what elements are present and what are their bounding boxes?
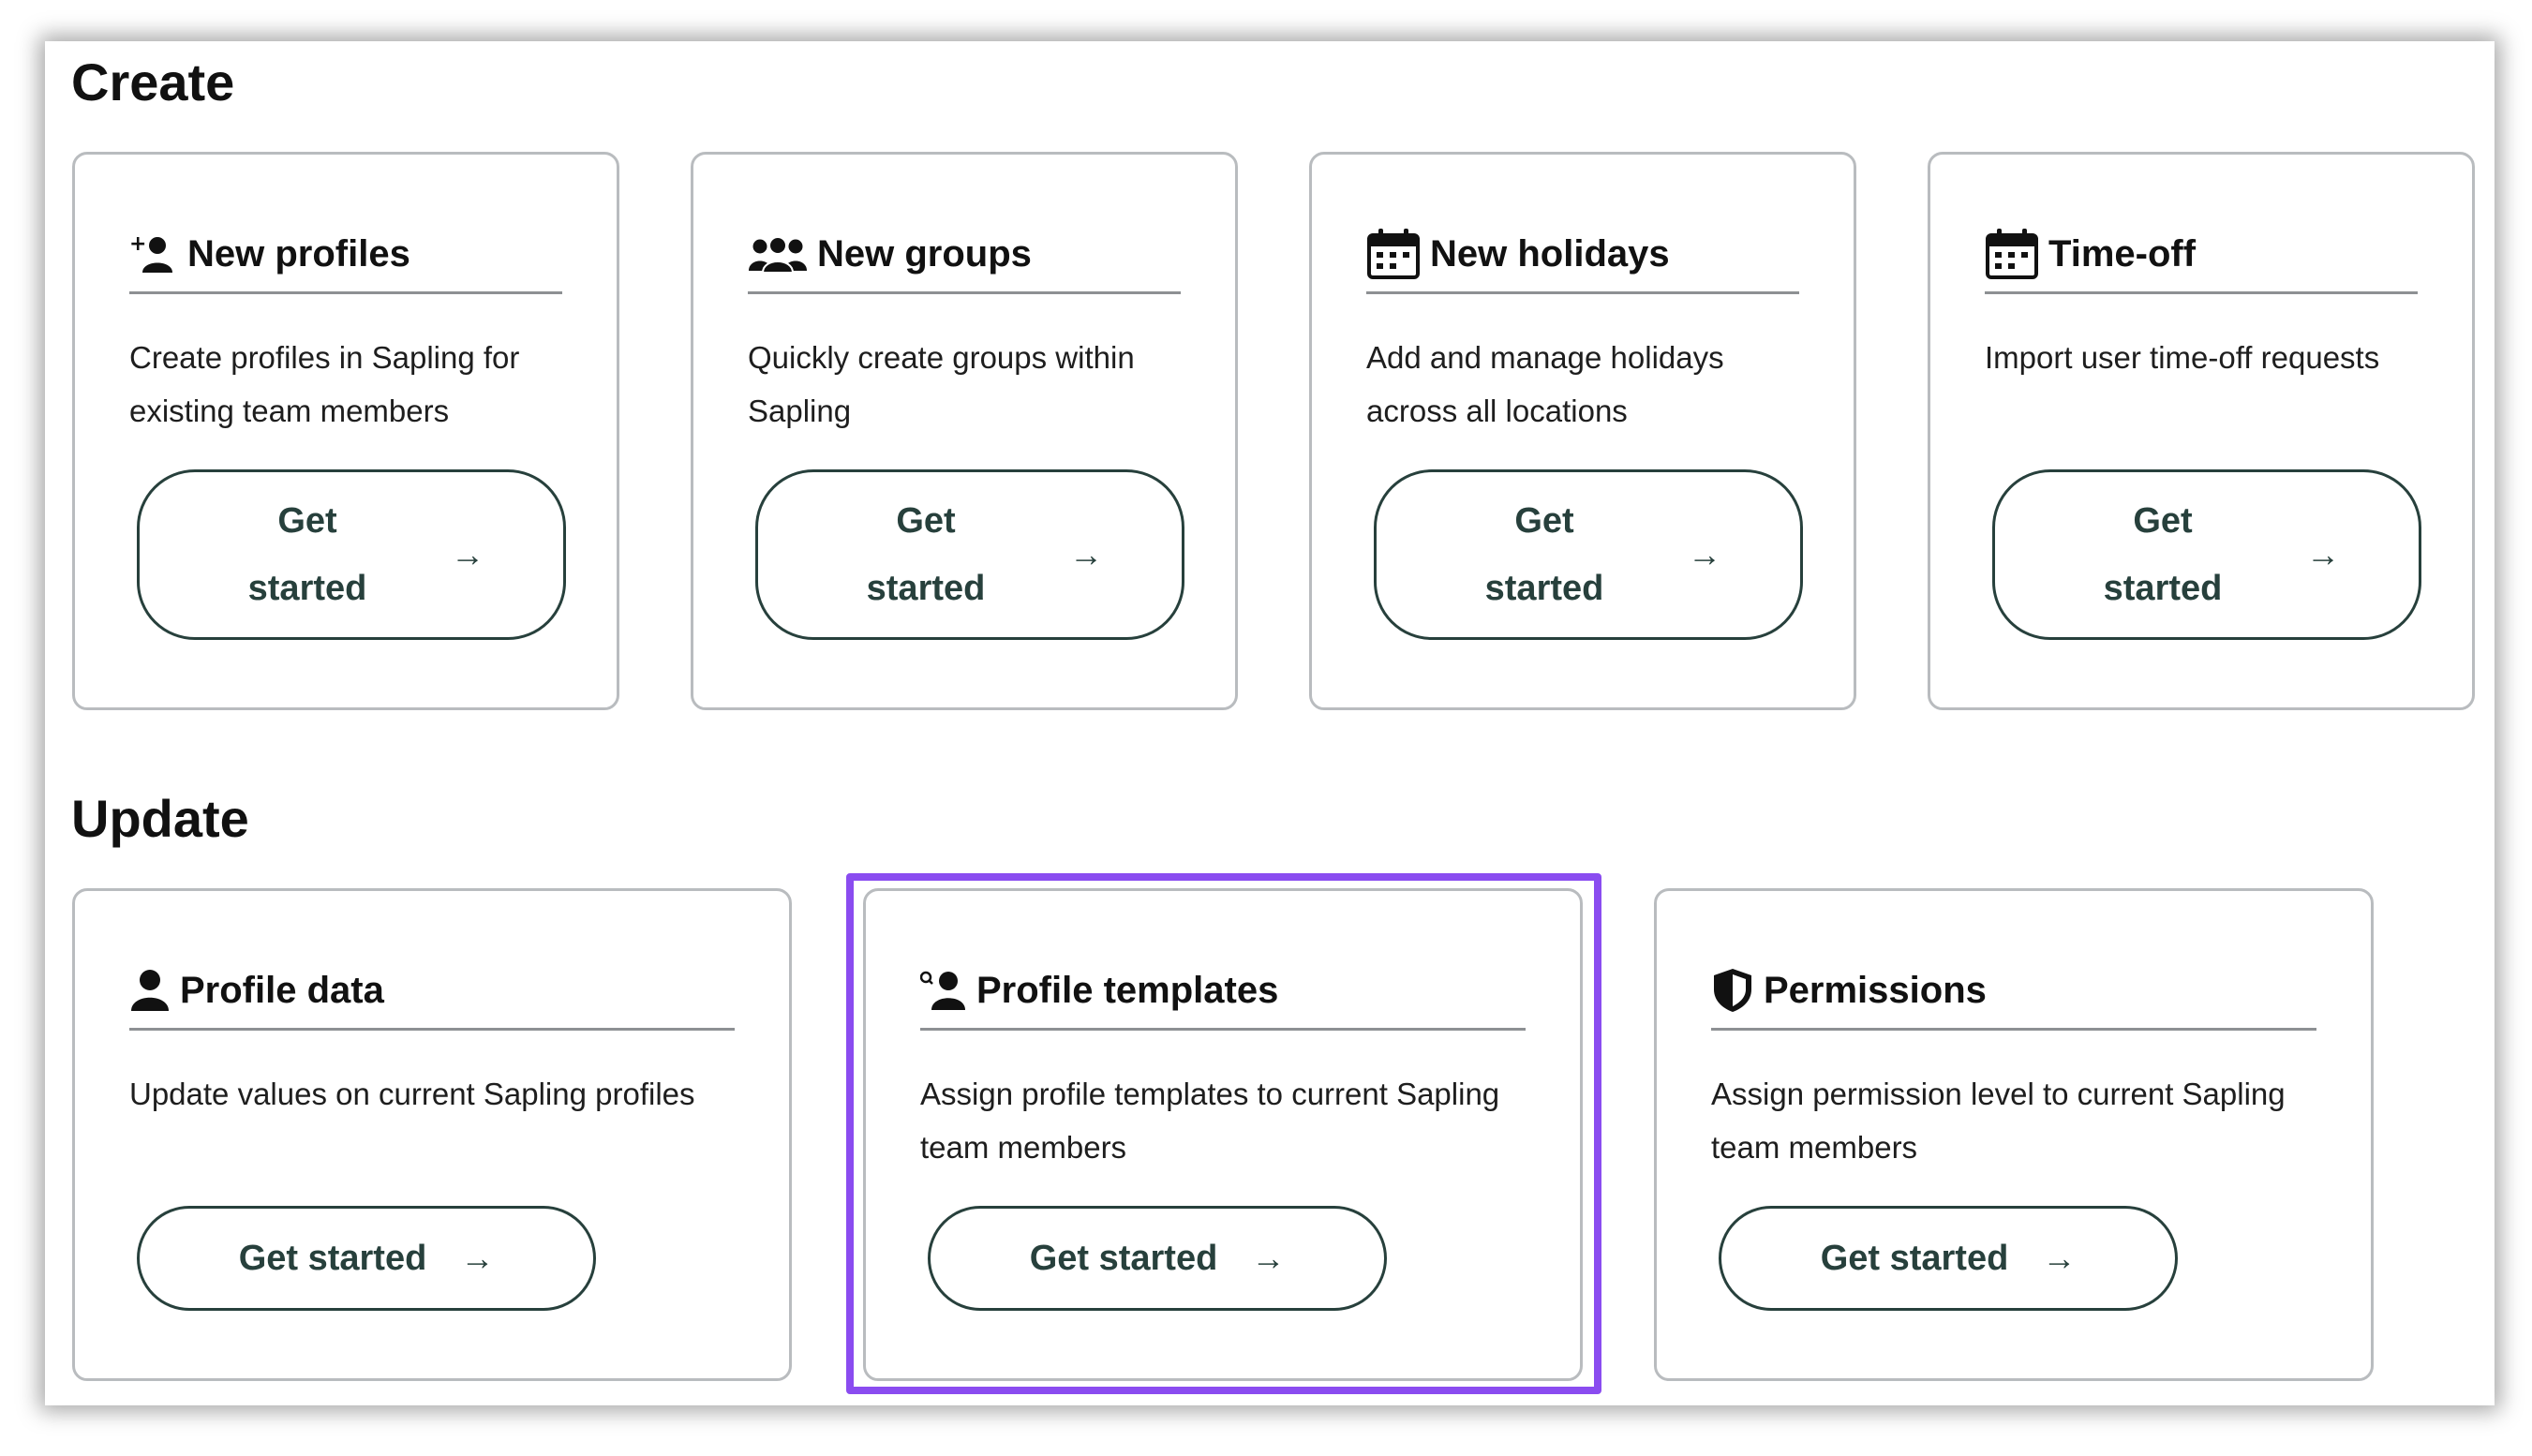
card-description: Import user time-off requests: [1985, 340, 2380, 375]
get-started-button[interactable]: Get started →: [928, 1206, 1387, 1311]
arrow-right-icon: →: [1251, 1239, 1286, 1277]
card-description: Assign permission level to current Sapli…: [1711, 1077, 2286, 1165]
card-description: Quickly create groups within Sapling: [748, 340, 1135, 428]
card-title: New holidays: [1430, 232, 1670, 275]
card-time-off: Time-off Import user time-off requests G…: [1928, 152, 2475, 710]
button-label: Get started: [2103, 501, 2223, 608]
card-header: New holidays: [1366, 216, 1799, 294]
card-title: Profile templates: [976, 969, 1279, 1011]
card-header: Profile templates: [920, 953, 1526, 1031]
card-title: New groups: [817, 232, 1032, 275]
card-profile-templates: Profile templates Assign profile templat…: [863, 888, 1583, 1381]
add-user-icon: +: [129, 233, 172, 273]
card-title: Time-off: [2048, 232, 2197, 275]
user-template-icon: [920, 971, 965, 1010]
section-title-update: Update: [71, 789, 249, 848]
svg-text:+: +: [129, 233, 146, 256]
card-header: New groups: [748, 216, 1181, 294]
get-started-button[interactable]: Get started →: [1374, 469, 1803, 640]
shield-icon: [1714, 969, 1751, 1012]
card-new-holidays: New holidays Add and manage holidays acr…: [1309, 152, 1856, 710]
card-header: + New profiles: [129, 216, 562, 294]
get-started-button[interactable]: Get started →: [137, 1206, 596, 1311]
card-title: Profile data: [180, 969, 384, 1011]
button-label: Get started: [1820, 1238, 2009, 1278]
card-description: Assign profile templates to current Sapl…: [920, 1077, 1500, 1165]
arrow-right-icon: →: [460, 1239, 495, 1277]
card-header: Permissions: [1711, 953, 2316, 1031]
button-label: Get started: [247, 501, 367, 608]
card-header: Profile data: [129, 953, 735, 1031]
arrow-right-icon: →: [1688, 535, 1721, 573]
card-title: Permissions: [1764, 969, 1987, 1011]
section-title-create: Create: [71, 52, 235, 111]
card-description: Add and manage holidays across all locat…: [1366, 340, 1724, 428]
button-label: Get started: [238, 1238, 427, 1278]
arrow-right-icon: →: [1069, 535, 1103, 573]
calendar-icon: [1986, 229, 2038, 279]
button-label: Get started: [866, 501, 986, 608]
card-title: New profiles: [187, 232, 410, 275]
button-label: Get started: [1029, 1238, 1218, 1278]
get-started-button[interactable]: Get started →: [137, 469, 566, 640]
card-new-groups: New groups Quickly create groups within …: [691, 152, 1238, 710]
group-icon: [749, 236, 807, 274]
card-header: Time-off: [1985, 216, 2418, 294]
arrow-right-icon: →: [2042, 1239, 2077, 1277]
card-description: Create profiles in Sapling for existing …: [129, 340, 520, 428]
get-started-button[interactable]: Get started →: [1719, 1206, 2178, 1311]
card-new-profiles: + New profiles Create profiles in Saplin…: [72, 152, 619, 710]
arrow-right-icon: →: [2306, 535, 2340, 573]
arrow-right-icon: →: [451, 535, 484, 573]
card-description: Update values on current Sapling profile…: [129, 1077, 695, 1111]
calendar-icon: [1367, 229, 1420, 279]
card-permissions: Permissions Assign permission level to c…: [1654, 888, 2374, 1381]
card-profile-data: Profile data Update values on current Sa…: [72, 888, 792, 1381]
user-icon: [131, 970, 169, 1011]
get-started-button[interactable]: Get started →: [755, 469, 1184, 640]
get-started-button[interactable]: Get started →: [1992, 469, 2421, 640]
button-label: Get started: [1484, 501, 1604, 608]
